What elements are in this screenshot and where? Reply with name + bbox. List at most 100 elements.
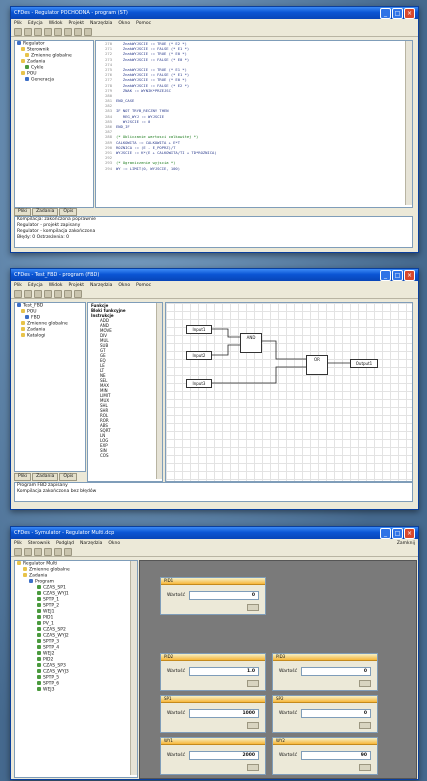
open-icon[interactable] <box>24 27 32 36</box>
menu-window[interactable]: Okno <box>118 21 130 26</box>
value-field[interactable]: 90 <box>301 751 371 760</box>
close-simulator-button[interactable]: Zamknij <box>397 541 415 546</box>
new-icon[interactable] <box>14 547 22 556</box>
tree-item[interactable]: WEJ3 <box>15 687 137 693</box>
open-icon[interactable] <box>24 547 32 556</box>
stop-icon[interactable] <box>54 547 62 556</box>
watch-dialog[interactable]: WY1 Wartość 2000 <box>160 737 266 775</box>
step-icon[interactable] <box>64 547 72 556</box>
open-icon[interactable] <box>24 289 32 298</box>
tree-scrollbar[interactable] <box>130 561 137 775</box>
value-field[interactable]: 2000 <box>189 751 259 760</box>
paste-icon[interactable] <box>64 27 72 36</box>
menu-view[interactable]: Widok <box>49 21 63 26</box>
cut-icon[interactable] <box>44 289 52 298</box>
tab-tasks[interactable]: Zadania <box>32 208 59 216</box>
menu-project[interactable]: Projekt <box>69 21 85 26</box>
new-icon[interactable] <box>14 27 22 36</box>
code-editor[interactable]: 270 ZnakWYJSCIE := TRUE (* E2 *) 271 Znak… <box>95 40 413 208</box>
apply-button[interactable] <box>247 764 259 771</box>
watch-dialog[interactable]: WY2 Wartość 90 <box>272 737 378 775</box>
tab-description[interactable]: Opis <box>59 208 78 216</box>
value-field[interactable]: 0 <box>189 591 259 600</box>
menu-edit[interactable]: Edycja <box>28 21 43 26</box>
watch-dialog[interactable]: PID2 Wartość 1.0 <box>160 653 266 691</box>
apply-button[interactable] <box>247 722 259 729</box>
watch-dialog[interactable]: PID1 Wartość 0 <box>160 577 266 615</box>
save-icon[interactable] <box>34 547 42 556</box>
value-field[interactable]: 0 <box>301 667 371 676</box>
zoom-icon[interactable] <box>74 289 82 298</box>
apply-button[interactable] <box>247 604 259 611</box>
close-button[interactable]: × <box>404 7 415 19</box>
value-field[interactable]: 1000 <box>189 709 259 718</box>
code-text: ZNAK := WYNIK*PRZEJSC <box>116 87 171 93</box>
value-label: Wartość <box>167 753 186 758</box>
value-field[interactable]: 1.0 <box>189 667 259 676</box>
tree-item[interactable]: Katalogi <box>15 333 85 339</box>
copy-icon[interactable] <box>54 289 62 298</box>
menu-window[interactable]: Okno <box>108 541 120 546</box>
cut-icon[interactable] <box>44 27 52 36</box>
apply-button[interactable] <box>359 764 371 771</box>
save-icon[interactable] <box>34 27 42 36</box>
menu-tools[interactable]: Narzędzia <box>90 21 112 26</box>
menu-file[interactable]: Plik <box>14 21 22 26</box>
watch-dialog[interactable]: PID3 Wartość 0 <box>272 653 378 691</box>
undo-icon[interactable] <box>74 27 82 36</box>
maximize-button[interactable]: □ <box>392 269 403 281</box>
and-block[interactable]: AND <box>240 333 262 353</box>
input-block-1[interactable]: Input1 <box>186 325 212 334</box>
library-list[interactable]: Funkcje Bloki funkcyjne Instrukcje ADD AND MO… <box>87 302 163 482</box>
or-block[interactable]: OR <box>306 355 328 375</box>
input-block-2[interactable]: Input2 <box>186 351 212 360</box>
apply-button[interactable] <box>359 722 371 729</box>
apply-button[interactable] <box>359 680 371 687</box>
tab-files[interactable]: Pliki <box>14 473 32 481</box>
fbd-canvas[interactable]: Input1 Input2 Input3 AND OR Output1 <box>165 302 413 482</box>
new-icon[interactable] <box>14 289 22 298</box>
variable-tree: Regulator Multi Zmienne globalne Zadania Pr… <box>14 560 138 778</box>
menu-help[interactable]: Pomoc <box>136 283 151 288</box>
library-item[interactable]: COS <box>88 453 162 458</box>
watch-dialog[interactable]: SP2 Wartość 0 <box>272 695 378 733</box>
menu-view[interactable]: Podgląd <box>56 541 74 546</box>
tree-item[interactable]: Generacja <box>15 77 93 83</box>
close-button[interactable]: × <box>404 269 415 281</box>
code-line[interactable]: 294 WY := LIMIT(0, WYJSCIE, 100) <box>96 166 412 171</box>
menu-controller[interactable]: Sterownik <box>28 541 50 546</box>
input-block-3[interactable]: Input3 <box>186 379 212 388</box>
list-scrollbar[interactable] <box>156 303 162 479</box>
tab-tasks[interactable]: Zadania <box>32 473 59 481</box>
menu-view[interactable]: Widok <box>49 283 63 288</box>
menu-window[interactable]: Okno <box>118 283 130 288</box>
output-block[interactable]: Output1 <box>350 359 378 368</box>
apply-button[interactable] <box>247 680 259 687</box>
menu-file[interactable]: Plik <box>14 283 22 288</box>
menu-file[interactable]: Plik <box>14 541 22 546</box>
menu-tools[interactable]: Narzędzia <box>80 541 102 546</box>
tab-description[interactable]: Opis <box>59 473 78 481</box>
paste-icon[interactable] <box>64 289 72 298</box>
menu-edit[interactable]: Edycja <box>28 283 43 288</box>
run-icon[interactable] <box>44 547 52 556</box>
variable-icon <box>37 621 41 625</box>
tree-item-label: PID2 <box>43 657 54 663</box>
maximize-button[interactable]: □ <box>392 7 403 19</box>
menu-help[interactable]: Pomoc <box>136 21 151 26</box>
tab-files[interactable]: Pliki <box>14 208 32 216</box>
minimize-button[interactable]: _ <box>380 269 391 281</box>
folder-icon <box>21 47 25 51</box>
minimize-button[interactable]: _ <box>380 527 391 539</box>
maximize-button[interactable]: □ <box>392 527 403 539</box>
value-field[interactable]: 0 <box>301 709 371 718</box>
copy-icon[interactable] <box>54 27 62 36</box>
close-button[interactable]: × <box>404 527 415 539</box>
compile-icon[interactable] <box>84 27 92 36</box>
menu-project[interactable]: Projekt <box>69 283 85 288</box>
save-icon[interactable] <box>34 289 42 298</box>
menu-tools[interactable]: Narzędzia <box>90 283 112 288</box>
watch-dialog[interactable]: SP1 Wartość 1000 <box>160 695 266 733</box>
minimize-button[interactable]: _ <box>380 7 391 19</box>
vertical-scrollbar[interactable] <box>405 41 412 205</box>
